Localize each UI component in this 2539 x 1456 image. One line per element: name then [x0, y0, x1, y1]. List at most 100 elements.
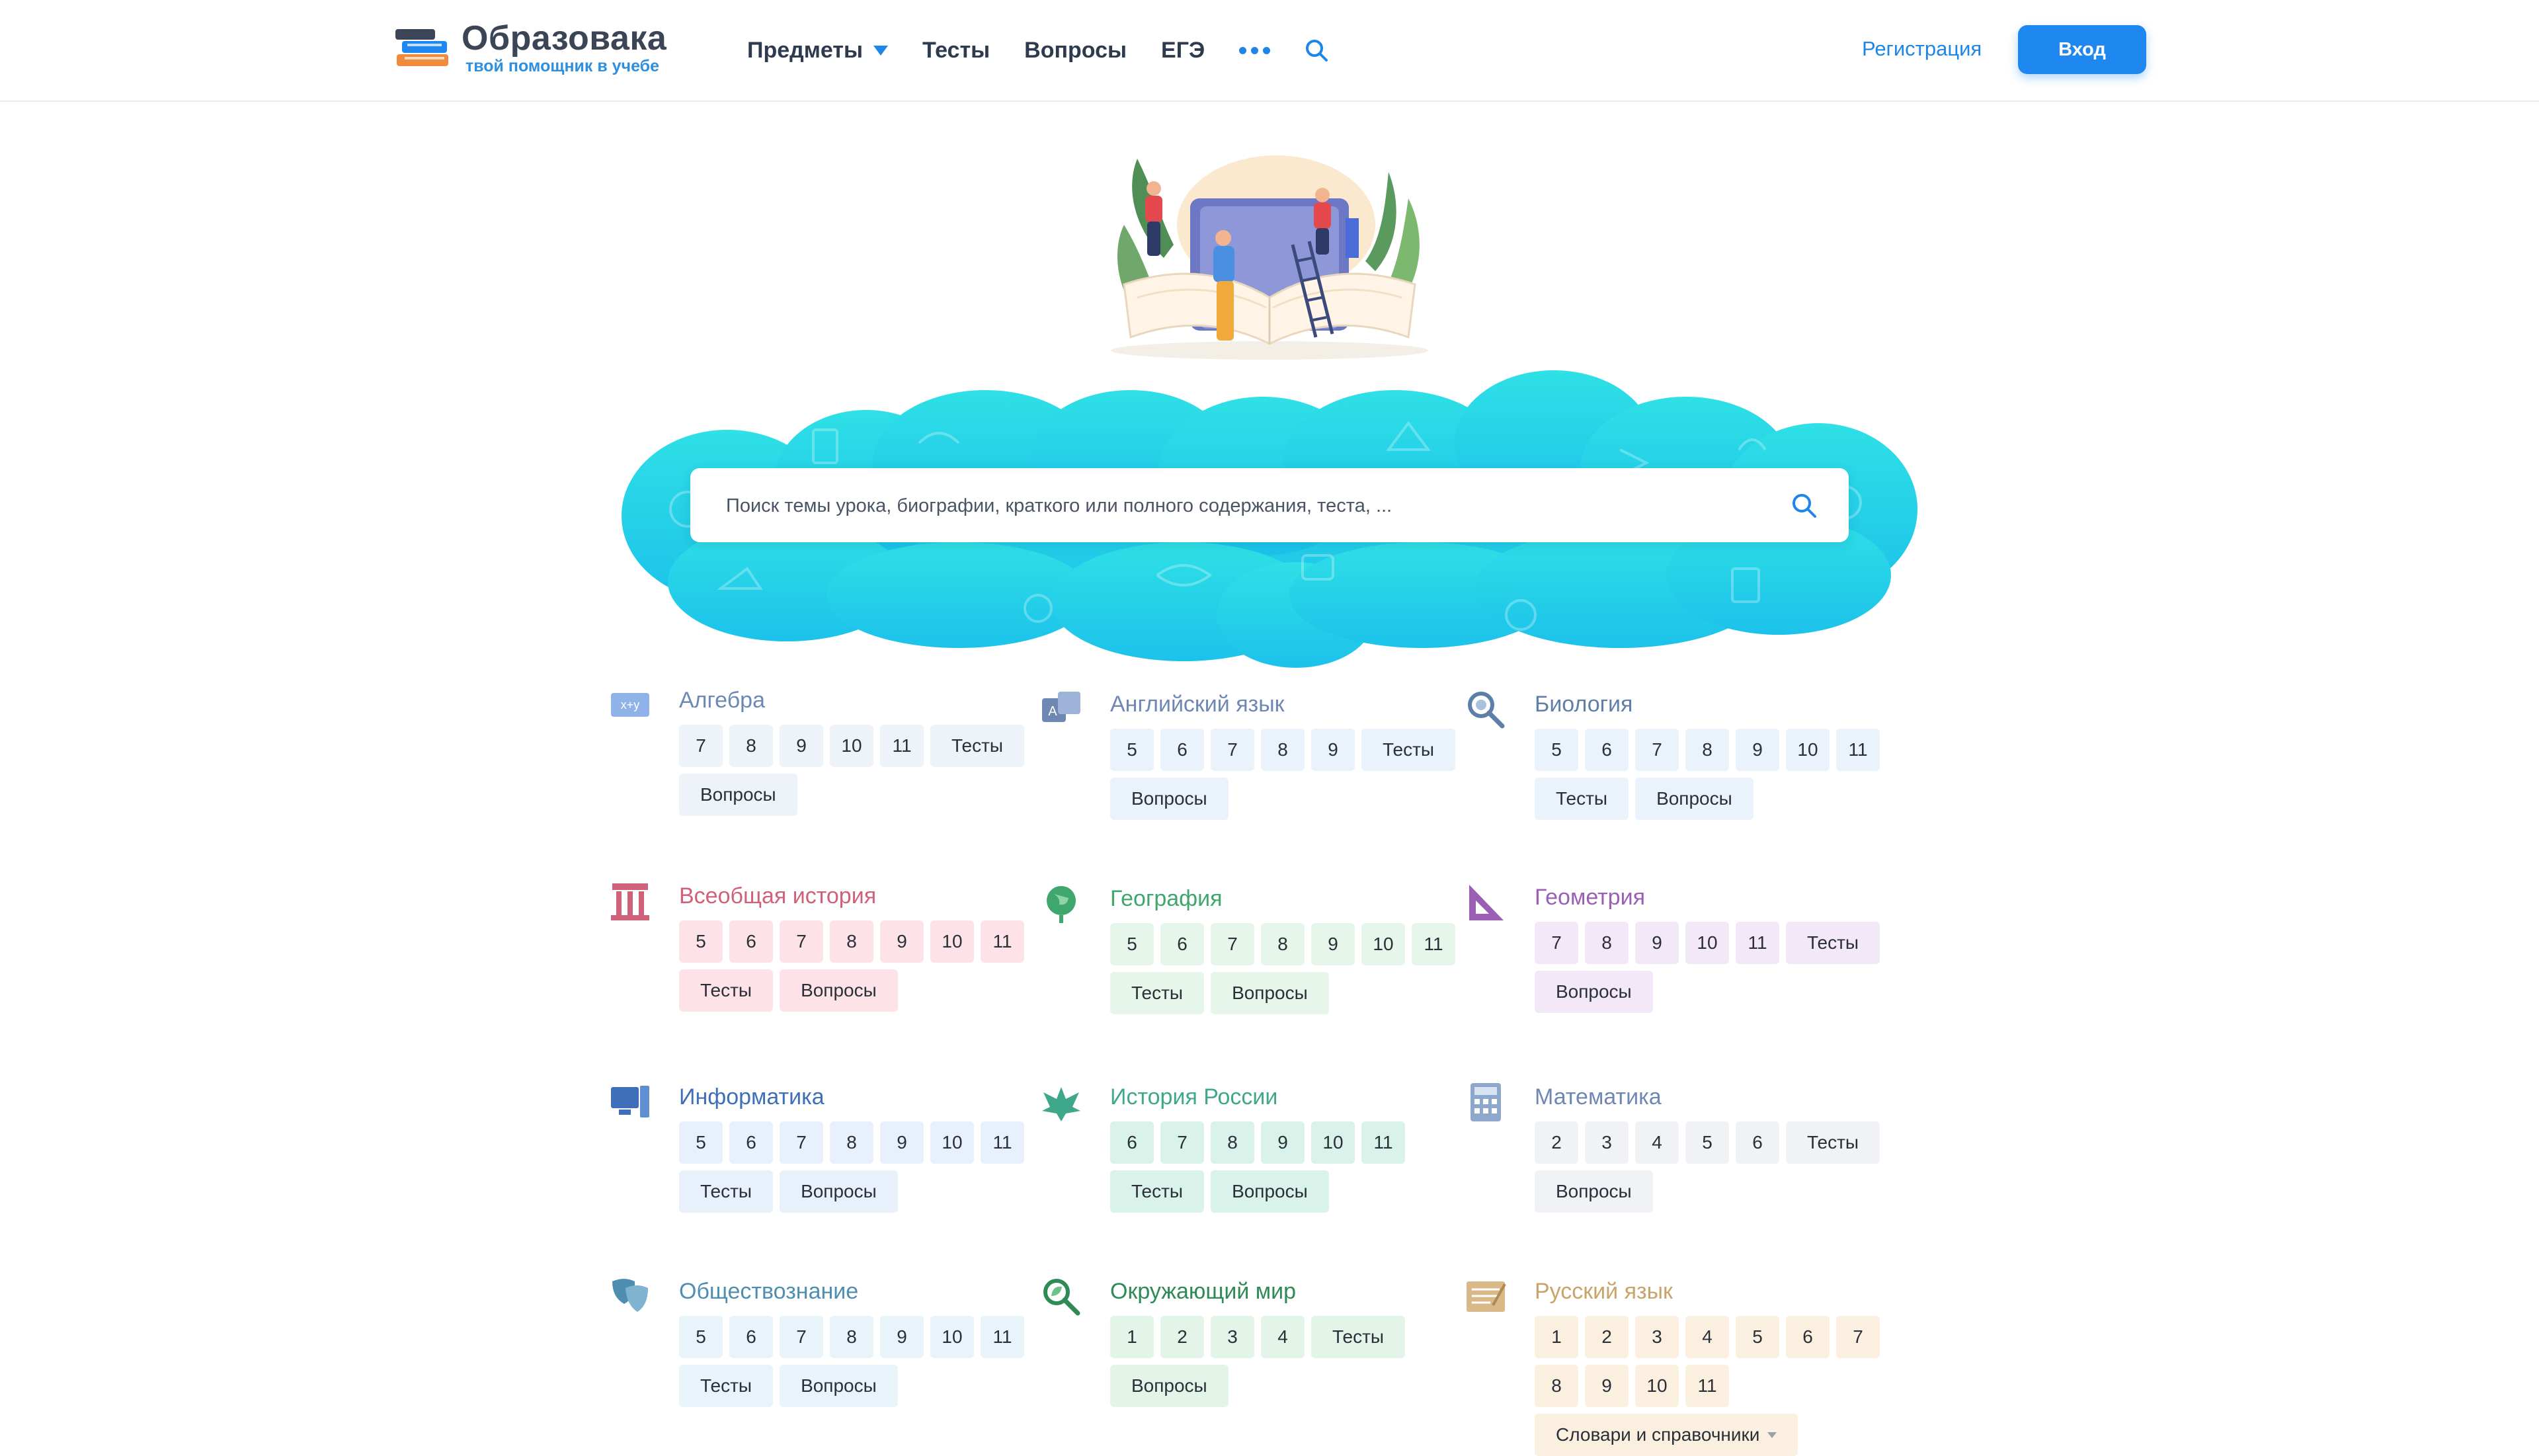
grade-chip[interactable]: 2 [1160, 1316, 1204, 1358]
grade-chip[interactable]: 9 [1311, 729, 1355, 771]
grade-chip[interactable]: 6 [1160, 923, 1204, 965]
subject-title-link[interactable]: Геометрия [1535, 885, 1645, 910]
grade-chip[interactable]: 11 [880, 725, 924, 767]
grade-chip[interactable]: 10 [1311, 1121, 1355, 1164]
grade-chip[interactable]: 6 [1786, 1316, 1830, 1358]
grade-chip[interactable]: 7 [1836, 1316, 1880, 1358]
subject-title-link[interactable]: История России [1110, 1084, 1277, 1110]
nav-questions[interactable]: Вопросы [1024, 38, 1127, 63]
questions-chip[interactable]: Вопросы [780, 969, 898, 1012]
grade-chip[interactable]: 2 [1535, 1121, 1578, 1164]
questions-chip[interactable]: Вопросы [1110, 778, 1229, 820]
grade-chip[interactable]: 7 [679, 725, 723, 767]
nav-subjects[interactable]: Предметы [747, 38, 888, 63]
grade-chip[interactable]: 8 [1261, 729, 1305, 771]
grade-chip[interactable]: 11 [1412, 923, 1455, 965]
tests-chip[interactable]: Тесты [1786, 922, 1880, 964]
grade-chip[interactable]: 10 [930, 1121, 974, 1164]
grade-chip[interactable]: 10 [1635, 1365, 1679, 1407]
search-submit-icon[interactable] [1789, 491, 1818, 520]
register-link[interactable]: Регистрация [1862, 37, 1982, 61]
grade-chip[interactable]: 9 [1261, 1121, 1305, 1164]
grade-chip[interactable]: 8 [830, 920, 873, 963]
grade-chip[interactable]: 8 [1211, 1121, 1254, 1164]
questions-chip[interactable]: Вопросы [1635, 778, 1753, 820]
questions-chip[interactable]: Вопросы [1535, 971, 1653, 1013]
grade-chip[interactable]: 4 [1685, 1316, 1729, 1358]
grade-chip[interactable]: 11 [1836, 729, 1880, 771]
questions-chip[interactable]: Вопросы [1110, 1365, 1229, 1407]
subject-title-link[interactable]: Алгебра [679, 688, 765, 713]
grade-chip[interactable]: 11 [981, 1316, 1024, 1358]
grade-chip[interactable]: 8 [1685, 729, 1729, 771]
grade-chip[interactable]: 1 [1535, 1316, 1578, 1358]
tests-chip[interactable]: Тесты [679, 1170, 774, 1213]
grade-chip[interactable]: 10 [930, 1316, 974, 1358]
grade-chip[interactable]: 5 [1736, 1316, 1779, 1358]
subject-title-link[interactable]: Всеобщая история [679, 883, 876, 909]
grade-chip[interactable]: 11 [1736, 922, 1779, 964]
tests-chip[interactable]: Тесты [1786, 1121, 1880, 1164]
search-icon[interactable] [1303, 37, 1330, 63]
grade-chip[interactable]: 6 [1110, 1121, 1154, 1164]
grade-chip[interactable]: 6 [1160, 729, 1204, 771]
grade-chip[interactable]: 6 [729, 1316, 773, 1358]
tests-chip[interactable]: Тесты [930, 725, 1025, 767]
grade-chip[interactable]: 8 [729, 725, 773, 767]
tests-chip[interactable]: Тесты [1110, 1170, 1205, 1213]
grade-chip[interactable]: 10 [1361, 923, 1405, 965]
grade-chip[interactable]: 10 [930, 920, 974, 963]
grade-chip[interactable]: 5 [1110, 729, 1154, 771]
grade-chip[interactable]: 5 [679, 1316, 723, 1358]
grade-chip[interactable]: 10 [1685, 922, 1729, 964]
grade-chip[interactable]: 7 [780, 1121, 823, 1164]
questions-chip[interactable]: Вопросы [1535, 1170, 1653, 1213]
grade-chip[interactable]: 3 [1211, 1316, 1254, 1358]
grade-chip[interactable]: 7 [1535, 922, 1578, 964]
grade-chip[interactable]: 5 [679, 920, 723, 963]
subject-title-link[interactable]: Русский язык [1535, 1279, 1673, 1305]
login-button[interactable]: Вход [2018, 25, 2146, 74]
subject-title-link[interactable]: Информатика [679, 1084, 825, 1110]
grade-chip[interactable]: 7 [1635, 729, 1679, 771]
subject-title-link[interactable]: География [1110, 886, 1223, 912]
questions-chip[interactable]: Вопросы [1211, 972, 1329, 1014]
grade-chip[interactable]: 5 [1110, 923, 1154, 965]
grade-chip[interactable]: 11 [1361, 1121, 1405, 1164]
subject-title-link[interactable]: Математика [1535, 1084, 1662, 1110]
nav-tests[interactable]: Тесты [922, 38, 990, 63]
grade-chip[interactable]: 11 [981, 1121, 1024, 1164]
grade-chip[interactable]: 6 [729, 1121, 773, 1164]
tests-chip[interactable]: Тесты [1311, 1316, 1406, 1358]
dictionaries-dropdown[interactable]: Словари и справочники [1535, 1414, 1798, 1456]
grade-chip[interactable]: 4 [1635, 1121, 1679, 1164]
grade-chip[interactable]: 11 [1685, 1365, 1729, 1407]
grade-chip[interactable]: 2 [1585, 1316, 1629, 1358]
grade-chip[interactable]: 5 [1685, 1121, 1729, 1164]
tests-chip[interactable]: Тесты [1535, 778, 1629, 820]
grade-chip[interactable]: 5 [679, 1121, 723, 1164]
grade-chip[interactable]: 4 [1261, 1316, 1305, 1358]
grade-chip[interactable]: 1 [1110, 1316, 1154, 1358]
tests-chip[interactable]: Тесты [1361, 729, 1456, 771]
questions-chip[interactable]: Вопросы [1211, 1170, 1329, 1213]
grade-chip[interactable]: 7 [1160, 1121, 1204, 1164]
grade-chip[interactable]: 8 [830, 1121, 873, 1164]
grade-chip[interactable]: 10 [1786, 729, 1830, 771]
subject-title-link[interactable]: Биология [1535, 692, 1632, 717]
subject-title-link[interactable]: Окружающий мир [1110, 1279, 1296, 1305]
grade-chip[interactable]: 8 [1535, 1365, 1578, 1407]
grade-chip[interactable]: 11 [981, 920, 1024, 963]
grade-chip[interactable]: 9 [1736, 729, 1779, 771]
subject-title-link[interactable]: Обществознание [679, 1279, 858, 1305]
grade-chip[interactable]: 7 [1211, 923, 1254, 965]
questions-chip[interactable]: Вопросы [780, 1170, 898, 1213]
grade-chip[interactable]: 8 [1585, 922, 1629, 964]
grade-chip[interactable]: 9 [780, 725, 823, 767]
grade-chip[interactable]: 5 [1535, 729, 1578, 771]
grade-chip[interactable]: 9 [880, 1121, 924, 1164]
grade-chip[interactable]: 9 [1635, 922, 1679, 964]
grade-chip[interactable]: 9 [1585, 1365, 1629, 1407]
grade-chip[interactable]: 8 [830, 1316, 873, 1358]
grade-chip[interactable]: 6 [1736, 1121, 1779, 1164]
